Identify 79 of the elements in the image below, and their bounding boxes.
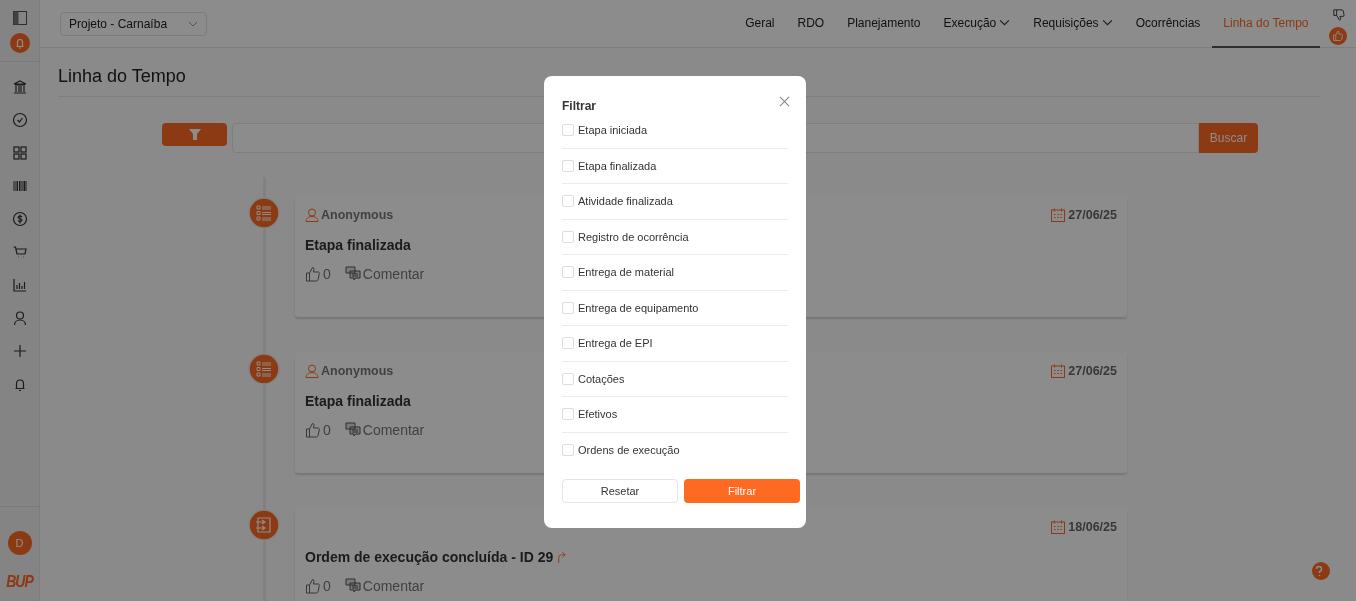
author-name: Anonymous bbox=[321, 208, 394, 222]
checkbox[interactable] bbox=[562, 124, 574, 137]
event-title: Etapa finalizada bbox=[305, 393, 411, 409]
user-avatar[interactable]: D bbox=[7, 531, 32, 555]
calendar-icon bbox=[1051, 364, 1066, 378]
nav-tab[interactable]: Ocorrências bbox=[1124, 0, 1212, 48]
apply-button[interactable]: Filtrar bbox=[684, 479, 800, 503]
event-title: Ordem de execução concluída - ID 29 bbox=[305, 549, 554, 565]
chat-icon bbox=[344, 266, 361, 282]
thumbs-up-icon[interactable] bbox=[1329, 27, 1347, 45]
thumbs-up-icon bbox=[305, 266, 321, 282]
nav-tab[interactable]: Execução bbox=[932, 0, 1022, 48]
event-date: 27/06/25 bbox=[1068, 364, 1117, 378]
funnel-icon bbox=[187, 127, 202, 142]
arrow-icon[interactable] bbox=[557, 550, 567, 564]
bell-icon[interactable] bbox=[9, 33, 30, 53]
grid-icon[interactable] bbox=[11, 145, 28, 161]
option-label: Entrega de equipamento bbox=[578, 301, 699, 314]
chevron-down-icon bbox=[188, 20, 198, 27]
nav-tab[interactable]: Planejamento bbox=[835, 0, 933, 48]
checkbox[interactable] bbox=[562, 444, 574, 457]
bar-chart-icon[interactable] bbox=[11, 277, 28, 293]
project-select[interactable]: Projeto - Carnaíba bbox=[60, 11, 207, 36]
checkbox[interactable] bbox=[562, 408, 574, 421]
nav-tab[interactable]: Requisições bbox=[1021, 0, 1125, 48]
cart-icon[interactable] bbox=[11, 244, 28, 260]
nav-tab[interactable]: Geral bbox=[733, 0, 786, 48]
filter-button[interactable] bbox=[162, 123, 227, 146]
plus-icon[interactable] bbox=[11, 343, 28, 359]
calendar-icon bbox=[1051, 208, 1066, 222]
like-button[interactable]: 0 bbox=[305, 578, 331, 594]
page-title: Linha do Tempo bbox=[57, 65, 187, 88]
checkbox[interactable] bbox=[562, 195, 574, 208]
event-date: 27/06/25 bbox=[1068, 208, 1117, 222]
option-label: Entrega de material bbox=[578, 266, 674, 279]
barcode-icon[interactable] bbox=[11, 178, 28, 194]
checkbox[interactable] bbox=[562, 372, 574, 385]
dialog-title: Filtrar bbox=[562, 98, 596, 113]
reset-button[interactable]: Resetar bbox=[562, 479, 678, 503]
like-button[interactable]: 0 bbox=[305, 266, 331, 282]
option-label: Ordens de execução bbox=[578, 444, 680, 457]
thumbs-down-icon[interactable] bbox=[1331, 8, 1345, 21]
check-circle-icon[interactable] bbox=[11, 112, 28, 128]
close-icon[interactable] bbox=[779, 95, 790, 107]
option-label: Atividade finalizada bbox=[578, 195, 673, 208]
user-icon[interactable] bbox=[11, 310, 28, 326]
author-name: Anonymous bbox=[321, 364, 394, 378]
comment-button[interactable]: Comentar bbox=[344, 578, 425, 594]
search-button[interactable]: Buscar bbox=[1199, 123, 1258, 153]
bank-icon[interactable] bbox=[11, 79, 28, 95]
event-date: 18/06/25 bbox=[1068, 520, 1117, 534]
user-icon bbox=[305, 208, 319, 222]
user-icon bbox=[305, 364, 319, 378]
option-label: Registro de ocorrência bbox=[578, 230, 689, 243]
dollar-icon[interactable] bbox=[11, 211, 28, 227]
option-label: Entrega de EPI bbox=[578, 337, 653, 350]
thumbs-up-icon bbox=[305, 422, 321, 438]
help-icon[interactable] bbox=[1312, 562, 1330, 580]
like-button[interactable]: 0 bbox=[305, 422, 331, 438]
panel-toggle-icon[interactable] bbox=[12, 11, 27, 25]
chat-icon bbox=[344, 422, 361, 438]
checkbox[interactable] bbox=[562, 266, 574, 279]
comment-button[interactable]: Comentar bbox=[344, 422, 425, 438]
event-title: Etapa finalizada bbox=[305, 237, 411, 253]
option-label: Etapa finalizada bbox=[578, 159, 657, 172]
option-label: Cotações bbox=[578, 372, 625, 385]
chat-icon bbox=[344, 578, 361, 594]
nav-tab[interactable]: RDO bbox=[786, 0, 836, 48]
logo: BUP bbox=[6, 571, 33, 591]
checkbox[interactable] bbox=[562, 337, 574, 350]
checkbox[interactable] bbox=[562, 301, 574, 314]
thumbs-up-icon bbox=[305, 578, 321, 594]
option-label: Efetivos bbox=[578, 408, 618, 421]
comment-button[interactable]: Comentar bbox=[344, 266, 425, 282]
option-label: Etapa iniciada bbox=[578, 124, 648, 137]
checkbox[interactable] bbox=[562, 159, 574, 172]
checkbox[interactable] bbox=[562, 230, 574, 243]
nav-tab[interactable]: Linha do Tempo bbox=[1211, 0, 1320, 48]
calendar-icon bbox=[1051, 520, 1066, 534]
